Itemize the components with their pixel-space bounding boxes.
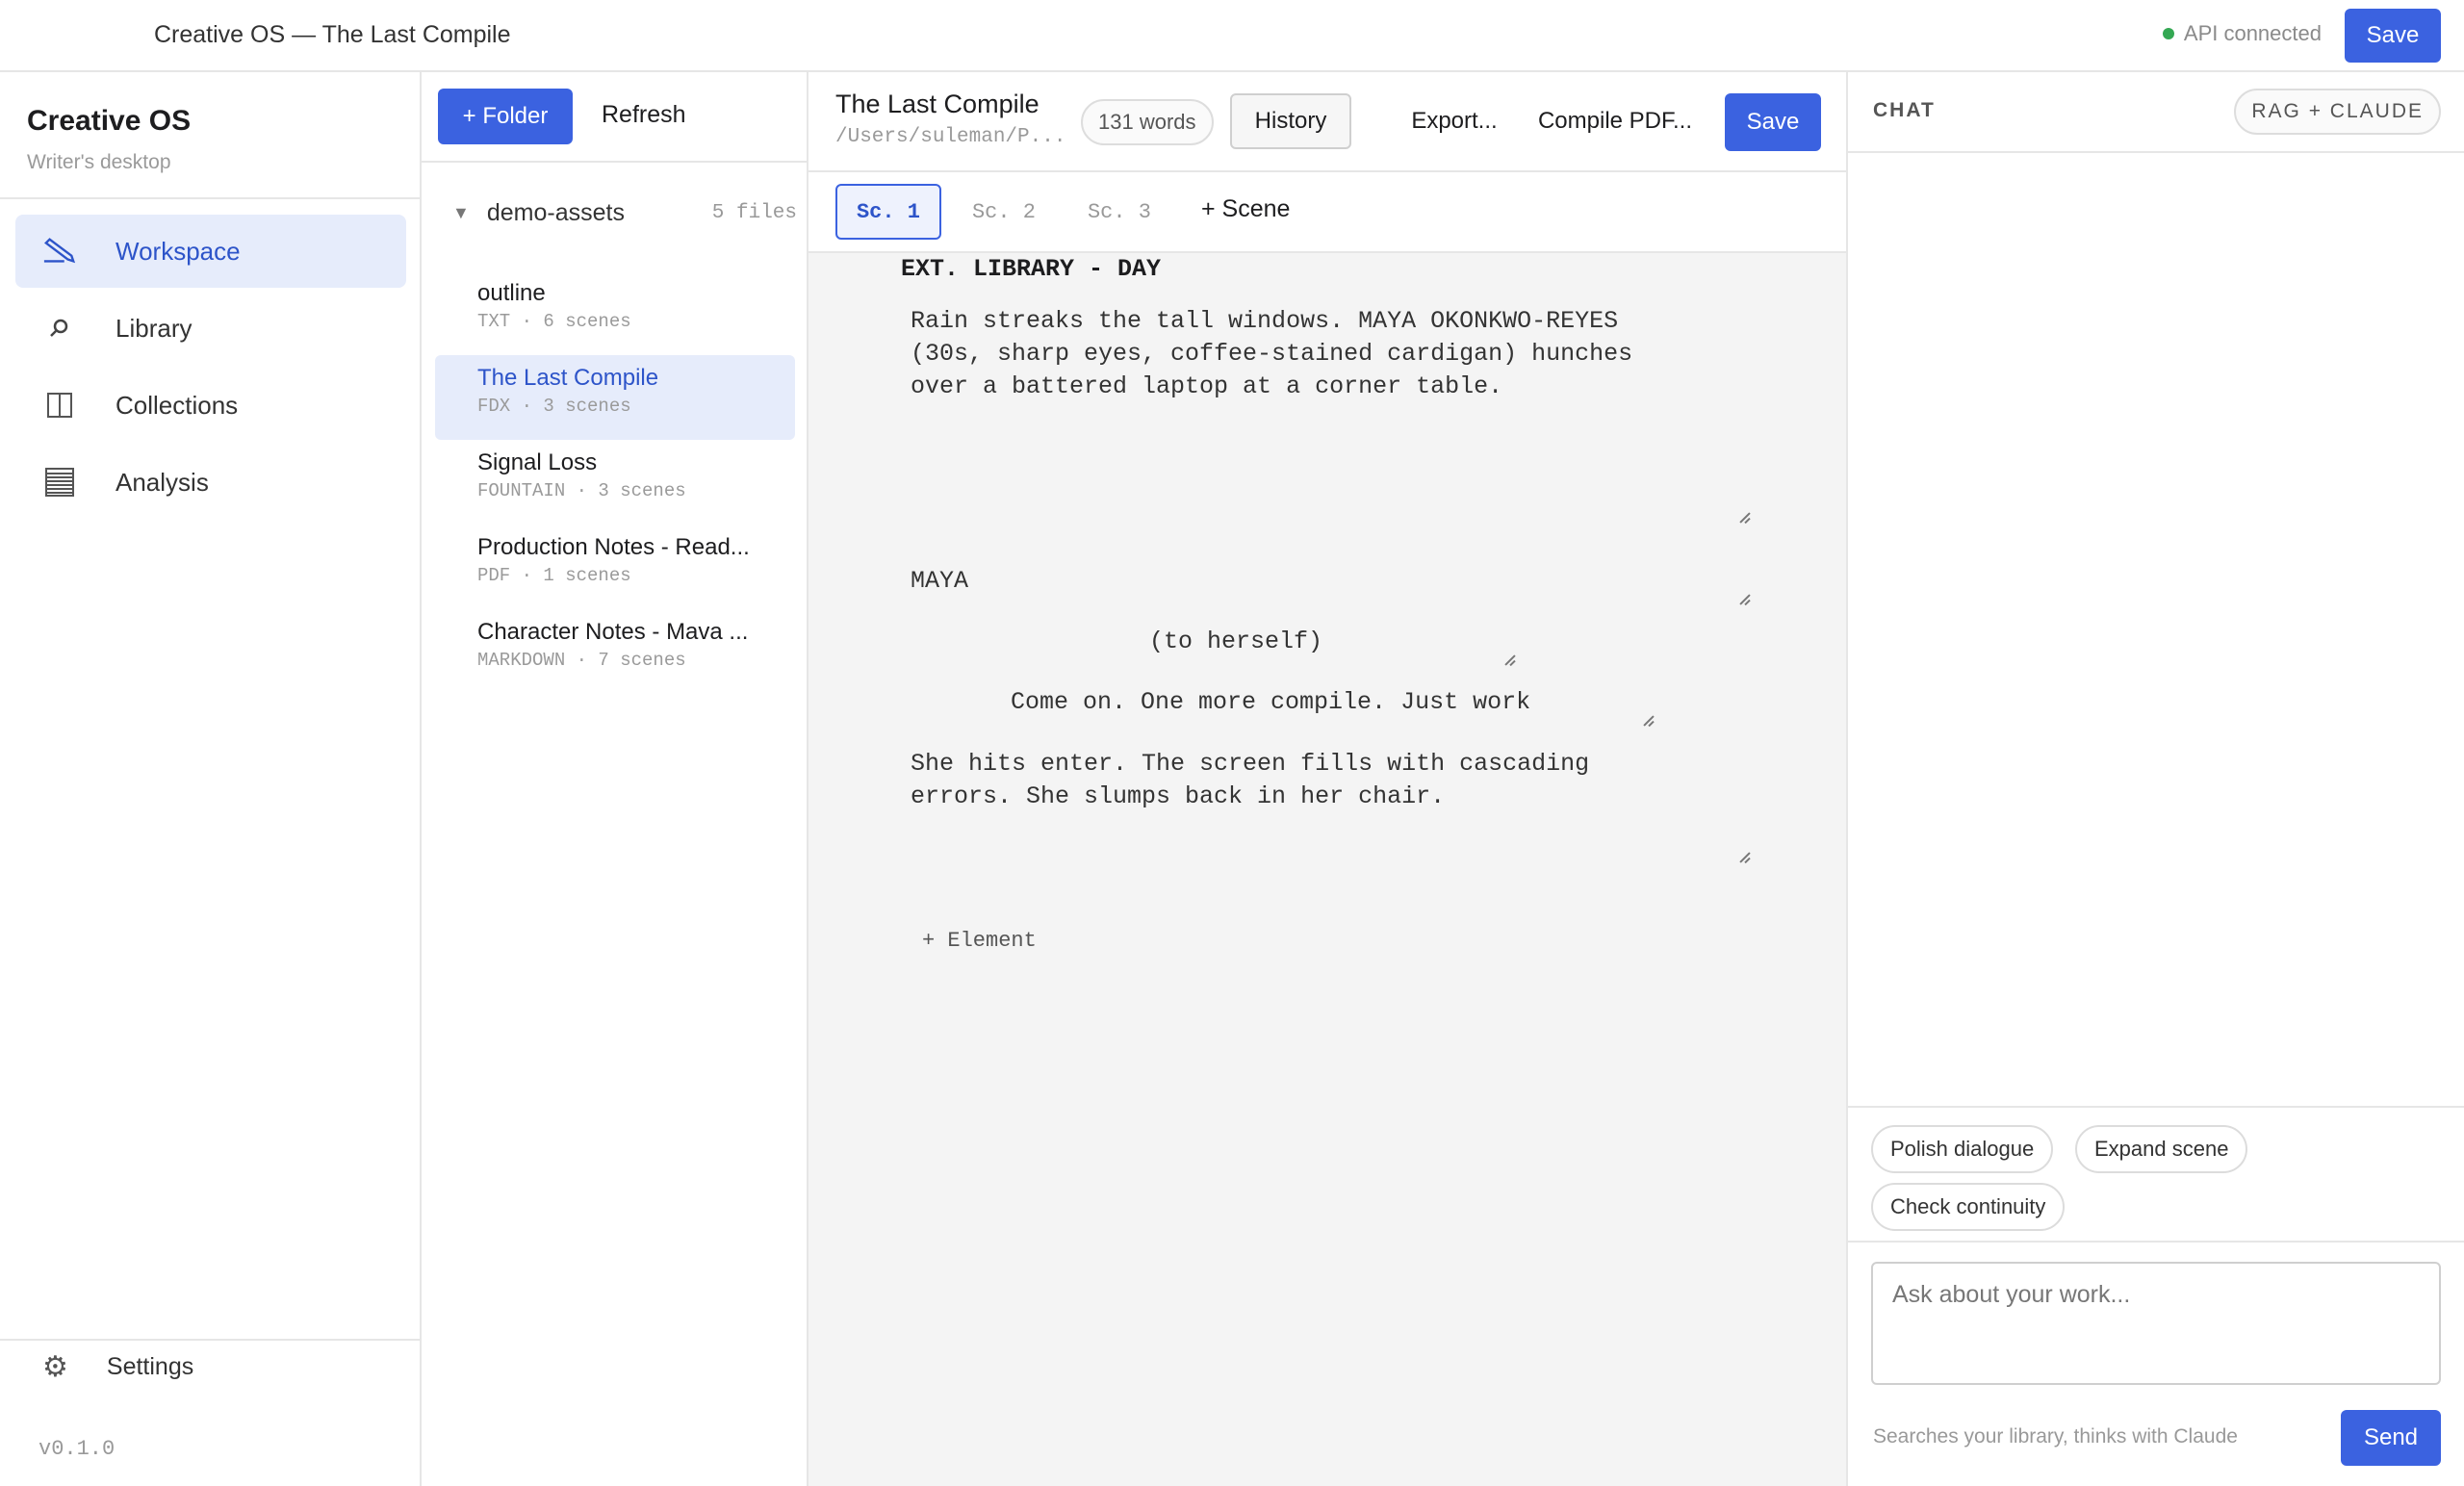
sidebar: Creative OS Writer's desktop Workspace L… — [0, 72, 422, 1486]
top-save-button[interactable]: Save — [2345, 9, 2441, 63]
resize-handle-icon[interactable] — [1736, 510, 1750, 524]
chat-panel: CHAT RAG + CLAUDE Polish dialogue Expand… — [1848, 72, 2464, 1486]
editor-header: The Last Compile /Users/suleman/P... 131… — [808, 72, 1846, 172]
search-icon — [42, 311, 77, 346]
file-name: outline — [477, 280, 546, 306]
chat-header: CHAT RAG + CLAUDE — [1848, 72, 2464, 153]
resize-handle-icon[interactable] — [1736, 850, 1750, 863]
sidebar-item-label: Library — [116, 313, 192, 343]
file-list: outline TXT · 6 scenes The Last Compile … — [435, 270, 795, 694]
document-title: The Last Compile — [835, 90, 1040, 118]
pencil-icon — [42, 234, 77, 269]
file-item-signal-loss[interactable]: Signal Loss FOUNTAIN · 3 scenes — [435, 440, 795, 525]
file-item-character-notes[interactable]: Character Notes - Mava ... MARKDOWN · 7 … — [435, 609, 795, 694]
sidebar-item-analysis[interactable]: Analysis — [15, 446, 406, 519]
chat-mode-badge[interactable]: RAG + CLAUDE — [2234, 89, 2441, 135]
file-toolbar: + Folder Refresh — [422, 72, 807, 163]
editor-save-button[interactable]: Save — [1725, 93, 1821, 151]
scene-heading[interactable]: EXT. LIBRARY - DAY — [901, 255, 1161, 283]
add-element-button[interactable]: + Element — [922, 929, 1037, 953]
resize-handle-icon[interactable] — [1640, 713, 1654, 727]
action-block[interactable]: Rain streaks the tall windows. MAYA OKON… — [911, 305, 1777, 403]
history-button[interactable]: History — [1230, 93, 1351, 149]
file-item-production-notes[interactable]: Production Notes - Read... PDF · 1 scene… — [435, 525, 795, 609]
editor: The Last Compile /Users/suleman/P... 131… — [808, 72, 1848, 1486]
settings-label: Settings — [106, 1353, 194, 1380]
action-block[interactable]: She hits enter. The screen fills with ca… — [911, 748, 1777, 813]
gear-icon: ⚙ — [42, 1351, 68, 1383]
folder-file-count: 5 files — [711, 202, 797, 224]
add-scene-button[interactable]: + Scene — [1201, 195, 1290, 223]
folder-row[interactable]: ▼ demo-assets 5 files — [452, 199, 799, 227]
tab-scene-3[interactable]: Sc. 3 — [1066, 184, 1172, 240]
refresh-button[interactable]: Refresh — [602, 101, 686, 129]
folder-name: demo-assets — [486, 199, 625, 226]
file-meta: FDX · 3 scenes — [477, 396, 631, 417]
tab-scene-2[interactable]: Sc. 2 — [951, 184, 1057, 240]
file-item-outline[interactable]: outline TXT · 6 scenes — [435, 270, 795, 355]
file-meta: TXT · 6 scenes — [477, 311, 631, 332]
file-item-the-last-compile[interactable]: The Last Compile FDX · 3 scenes — [435, 355, 795, 440]
export-button[interactable]: Export... — [1382, 93, 1527, 149]
status-dot-icon — [2162, 28, 2174, 39]
chat-title: CHAT — [1873, 99, 1936, 121]
compile-pdf-button[interactable]: Compile PDF... — [1528, 93, 1702, 149]
file-meta: MARKDOWN · 7 scenes — [477, 650, 686, 671]
dialogue-block[interactable]: Come on. One more compile. Just work — [1011, 686, 1530, 719]
suggestion-polish-dialogue[interactable]: Polish dialogue — [1871, 1125, 2054, 1173]
file-meta: FOUNTAIN · 3 scenes — [477, 480, 686, 501]
file-meta: PDF · 1 scenes — [477, 565, 631, 586]
send-button[interactable]: Send — [2341, 1410, 2441, 1466]
sidebar-nav: Workspace Library Collections Analysis — [15, 215, 406, 523]
sidebar-divider — [0, 197, 420, 199]
sidebar-bottom-divider — [0, 1339, 420, 1341]
parenthetical-block[interactable]: (to herself) — [1149, 626, 1322, 658]
sidebar-item-workspace[interactable]: Workspace — [15, 215, 406, 288]
suggestion-expand-scene[interactable]: Expand scene — [2075, 1125, 2248, 1173]
scene-tabs: Sc. 1 Sc. 2 Sc. 3 + Scene — [808, 172, 1846, 253]
character-block[interactable]: MAYA — [911, 565, 968, 598]
columns-icon — [42, 388, 77, 423]
caret-down-icon[interactable]: ▼ — [452, 203, 470, 223]
brand-subtitle: Writer's desktop — [27, 151, 171, 173]
window-title: Creative OS — The Last Compile — [154, 21, 511, 48]
table-icon — [42, 465, 77, 500]
top-bar: Creative OS — The Last Compile API conne… — [0, 0, 2464, 72]
api-status-label: API connected — [2183, 21, 2322, 45]
file-name: Production Notes - Read... — [477, 534, 750, 560]
sidebar-item-library[interactable]: Library — [15, 292, 406, 365]
sidebar-item-label: Workspace — [116, 236, 241, 266]
suggestion-check-continuity[interactable]: Check continuity — [1871, 1183, 2066, 1231]
resize-handle-icon[interactable] — [1502, 653, 1515, 666]
sidebar-item-label: Analysis — [116, 467, 209, 497]
api-status: API connected — [2162, 21, 2322, 46]
document-path: /Users/suleman/P... — [835, 126, 1066, 148]
tab-scene-1[interactable]: Sc. 1 — [835, 184, 941, 240]
word-count-badge: 131 words — [1081, 99, 1214, 145]
brand: Creative OS Writer's desktop — [27, 105, 191, 174]
version-label: v0.1.0 — [38, 1437, 116, 1461]
chat-input[interactable] — [1871, 1262, 2441, 1385]
settings-button[interactable]: ⚙ Settings — [42, 1350, 193, 1384]
chat-suggestions: Polish dialogue Expand scene Check conti… — [1848, 1106, 2464, 1243]
sidebar-item-collections[interactable]: Collections — [15, 369, 406, 442]
file-panel: + Folder Refresh ▼ demo-assets 5 files o… — [422, 72, 808, 1486]
brand-name: Creative OS — [27, 105, 192, 137]
resize-handle-icon[interactable] — [1736, 592, 1750, 605]
file-name: Character Notes - Mava ... — [477, 619, 749, 645]
file-name: Signal Loss — [477, 449, 598, 475]
file-name: The Last Compile — [477, 365, 659, 391]
add-folder-button[interactable]: + Folder — [438, 89, 573, 144]
chat-hint: Searches your library, thinks with Claud… — [1873, 1425, 2238, 1448]
sidebar-item-label: Collections — [116, 390, 239, 420]
